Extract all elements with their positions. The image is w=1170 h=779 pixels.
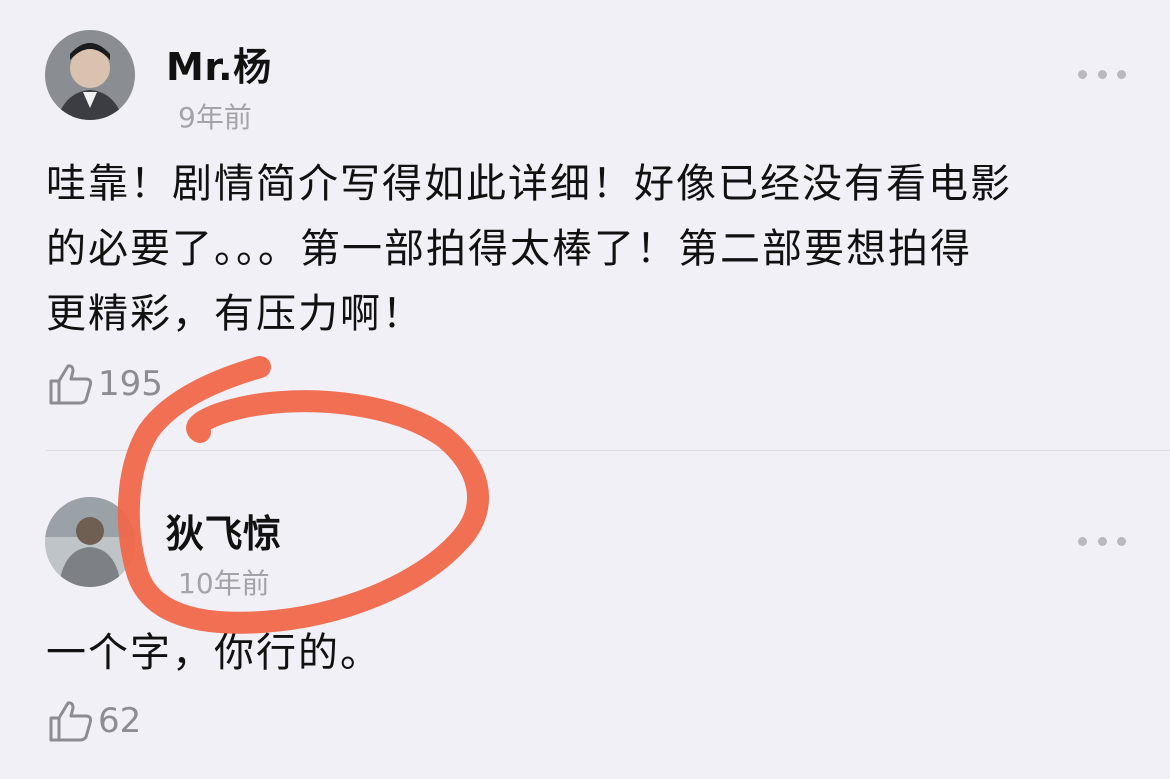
comment-text-line: 更精彩，有压力啊！ (46, 291, 424, 337)
user-avatar-image (45, 497, 135, 587)
user-avatar-image (45, 30, 135, 120)
comment-text: 一个字，你行的。 (46, 621, 382, 686)
comment-1: Mr.杨 9年前 哇靠！剧情简介写得如此详细！好像已经没有看电影 的必要了。。。… (0, 0, 1170, 450)
thumbs-up-icon (49, 364, 93, 405)
comment-text-line: 哇靠！剧情简介写得如此详细！好像已经没有看电影 (46, 161, 1012, 207)
timestamp: 10年前 (178, 567, 270, 600)
like-button[interactable]: 62 (48, 699, 141, 743)
comment-2: 狄飞惊 10年前 一个字，你行的。 62 (0, 451, 1170, 779)
like-count: 195 (98, 364, 163, 404)
comment-text: 哇靠！剧情简介写得如此详细！好像已经没有看电影 的必要了。。。第一部拍得太棒了！… (46, 152, 1012, 347)
timestamp: 9年前 (178, 101, 252, 134)
more-dots-icon[interactable] (1078, 534, 1126, 548)
like-button[interactable]: 195 (48, 362, 163, 406)
thumbs-up-icon (49, 701, 93, 742)
comment-text-line: 的必要了。。。第一部拍得太棒了！第二部要想拍得 (46, 226, 972, 272)
like-count: 62 (98, 701, 142, 741)
avatar[interactable] (45, 30, 135, 120)
username[interactable]: Mr.杨 (166, 36, 272, 91)
more-dots-icon[interactable] (1078, 67, 1126, 81)
avatar[interactable] (45, 497, 135, 587)
username[interactable]: 狄飞惊 (166, 503, 282, 558)
comment-text-line: 一个字，你行的。 (46, 630, 382, 676)
